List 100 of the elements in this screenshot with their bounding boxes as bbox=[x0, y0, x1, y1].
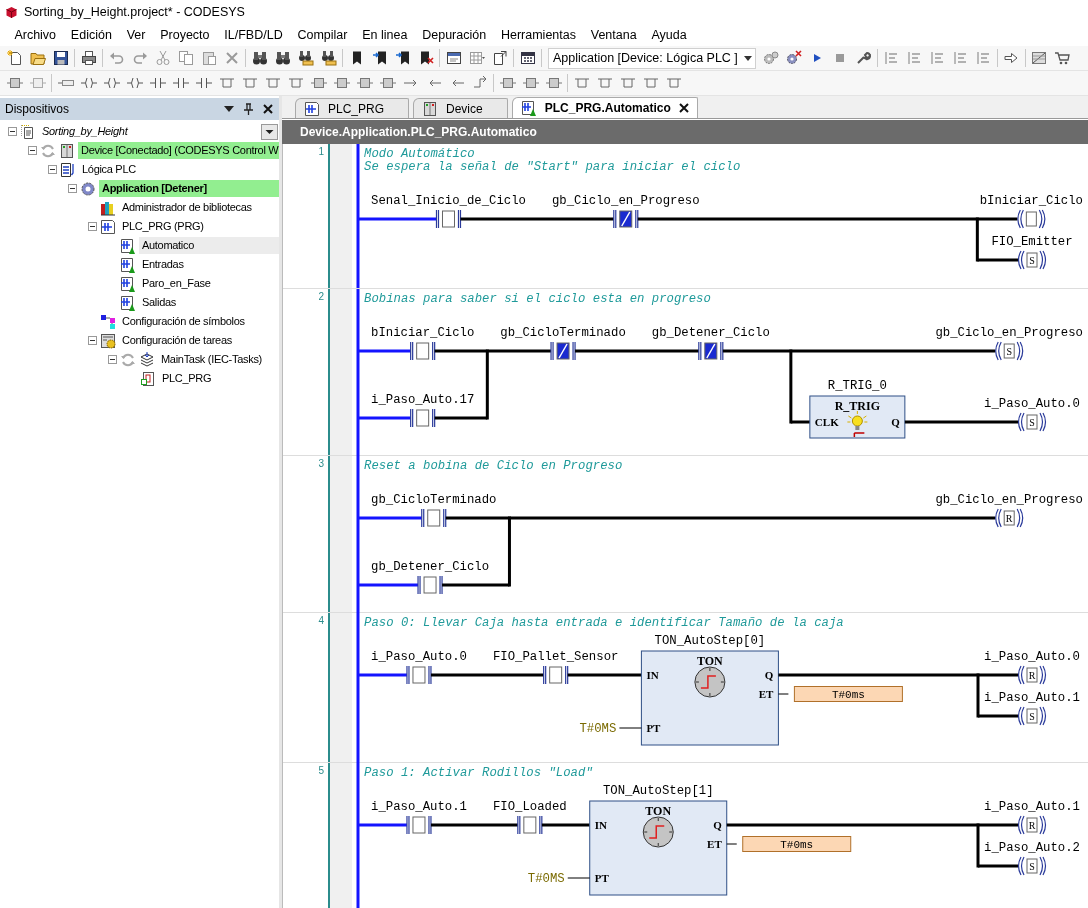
calendar-icon[interactable] bbox=[519, 50, 536, 66]
tree-item[interactable]: Device [Conectado] (CODESYS Control W bbox=[78, 142, 279, 159]
menu-item[interactable]: Edición bbox=[63, 25, 120, 45]
redo-icon[interactable] bbox=[131, 50, 148, 66]
application-dropdown[interactable]: Application [Device: Lógica PLC ] bbox=[548, 47, 756, 69]
block-icon[interactable] bbox=[310, 75, 327, 91]
block-icon[interactable] bbox=[545, 75, 562, 91]
tree-item[interactable]: Paro_en_Fase bbox=[139, 275, 214, 292]
collapse-toggle[interactable] bbox=[108, 355, 117, 364]
tree-item[interactable]: PLC_PRG (PRG) bbox=[119, 218, 207, 235]
menu-item[interactable]: Depuración bbox=[414, 25, 494, 45]
binoculars-icon[interactable] bbox=[320, 50, 337, 66]
copy-icon[interactable] bbox=[177, 50, 194, 66]
bookmark-icon[interactable] bbox=[394, 50, 411, 66]
arrow-icon[interactable] bbox=[1003, 50, 1020, 66]
tree-item[interactable]: Application [Detener] bbox=[99, 180, 279, 197]
contact-icon[interactable] bbox=[195, 75, 212, 91]
tree-item[interactable]: Configuración de símbolos bbox=[119, 313, 248, 330]
variable-name: gb_CicloTerminado bbox=[500, 326, 626, 340]
dropdown-button[interactable] bbox=[261, 123, 278, 140]
folder-icon[interactable] bbox=[29, 50, 46, 66]
menu-item[interactable]: Herramientas bbox=[493, 25, 584, 45]
bookmark-icon[interactable] bbox=[371, 50, 388, 66]
close-icon[interactable] bbox=[263, 104, 273, 114]
tree-item[interactable]: PLC_PRG bbox=[159, 370, 215, 387]
jump-icon[interactable] bbox=[471, 75, 488, 91]
variable-name: gb_Ciclo_en_Progreso bbox=[552, 194, 700, 208]
editor-tab[interactable]: PLC_PRG bbox=[295, 98, 410, 118]
block-icon[interactable] bbox=[522, 75, 539, 91]
scissors-icon[interactable] bbox=[154, 50, 171, 66]
grid-icon[interactable] bbox=[468, 50, 485, 66]
wire bbox=[541, 823, 590, 827]
editor-tab[interactable]: PLC_PRG.Automatico bbox=[511, 97, 698, 118]
branch-icon[interactable] bbox=[573, 75, 590, 91]
collapse-toggle[interactable] bbox=[8, 127, 17, 136]
tree-item[interactable]: Configuración de tareas bbox=[119, 332, 235, 349]
tree-item[interactable]: MainTask (IEC-Tasks) bbox=[158, 351, 265, 368]
binoculars-icon[interactable] bbox=[251, 50, 268, 66]
contact-icon[interactable] bbox=[172, 75, 189, 91]
branch-icon[interactable] bbox=[264, 75, 281, 91]
undo-icon[interactable] bbox=[108, 50, 125, 66]
menu-item[interactable]: Ventana bbox=[583, 25, 645, 45]
collapse-toggle[interactable] bbox=[28, 146, 37, 155]
tree-item[interactable]: Lógica PLC bbox=[79, 161, 139, 178]
pin-icon[interactable] bbox=[244, 103, 253, 115]
block-icon[interactable] bbox=[356, 75, 373, 91]
menu-item[interactable]: Proyecto bbox=[152, 25, 217, 45]
menu-item[interactable]: Archivo bbox=[7, 25, 64, 45]
block-icon[interactable] bbox=[379, 75, 396, 91]
block-icon[interactable] bbox=[333, 75, 350, 91]
tree-item[interactable]: Entradas bbox=[139, 256, 187, 273]
coil-icon[interactable] bbox=[103, 75, 120, 91]
printer-icon[interactable] bbox=[80, 50, 97, 66]
branch-icon[interactable] bbox=[642, 75, 659, 91]
new-file-icon[interactable] bbox=[6, 50, 23, 66]
branch-icon[interactable] bbox=[596, 75, 613, 91]
editor-tab[interactable]: Device bbox=[413, 98, 508, 118]
wrench-icon[interactable] bbox=[855, 50, 872, 66]
branch-icon[interactable] bbox=[619, 75, 636, 91]
menu-item[interactable]: Ver bbox=[119, 25, 153, 45]
gears-icon[interactable] bbox=[786, 50, 803, 66]
binoculars-icon[interactable] bbox=[274, 50, 291, 66]
branch-icon[interactable] bbox=[665, 75, 682, 91]
window-icon[interactable] bbox=[445, 50, 462, 66]
pin-label: CLK bbox=[814, 416, 839, 428]
collapse-toggle[interactable] bbox=[48, 165, 57, 174]
contact-icon[interactable] bbox=[149, 75, 166, 91]
branch-icon[interactable] bbox=[218, 75, 235, 91]
pin-label: PT bbox=[594, 872, 609, 884]
dropdown-icon[interactable] bbox=[224, 106, 234, 112]
block-icon[interactable] bbox=[499, 75, 516, 91]
page-icon[interactable] bbox=[491, 50, 508, 66]
pin-label: ET bbox=[758, 688, 774, 700]
coil-icon[interactable] bbox=[126, 75, 143, 91]
block-icon[interactable] bbox=[6, 75, 23, 91]
save-icon[interactable] bbox=[52, 50, 69, 66]
close-icon[interactable] bbox=[678, 103, 689, 113]
collapse-toggle[interactable] bbox=[88, 222, 97, 231]
tree-item[interactable]: Sorting_by_Height bbox=[39, 123, 261, 140]
branch-icon[interactable] bbox=[287, 75, 304, 91]
collapse-toggle[interactable] bbox=[68, 184, 77, 193]
binoculars-icon[interactable] bbox=[297, 50, 314, 66]
library-icon bbox=[100, 199, 116, 216]
coil-icon[interactable] bbox=[80, 75, 97, 91]
clipboard-icon[interactable] bbox=[200, 50, 217, 66]
block-icon[interactable] bbox=[29, 75, 46, 91]
menu-item[interactable]: IL/FBD/LD bbox=[216, 25, 291, 45]
delete-icon[interactable] bbox=[223, 50, 240, 66]
branch-icon[interactable] bbox=[241, 75, 258, 91]
tree-item[interactable]: Salidas bbox=[139, 294, 179, 311]
menu-item[interactable]: Ayuda bbox=[644, 25, 695, 45]
tree-item[interactable]: Administrador de bibliotecas bbox=[119, 199, 255, 216]
variable-name: FIO_Pallet_Sensor bbox=[492, 650, 619, 664]
menu-item[interactable]: Compilar bbox=[290, 25, 355, 45]
collapse-toggle[interactable] bbox=[88, 336, 97, 345]
gears-icon[interactable] bbox=[763, 50, 780, 66]
variable-name: i_Paso_Auto.2 bbox=[984, 841, 1080, 855]
menu-item[interactable]: En linea bbox=[354, 25, 415, 45]
wire bbox=[358, 823, 407, 827]
tree-item[interactable]: Automatico bbox=[139, 237, 279, 254]
